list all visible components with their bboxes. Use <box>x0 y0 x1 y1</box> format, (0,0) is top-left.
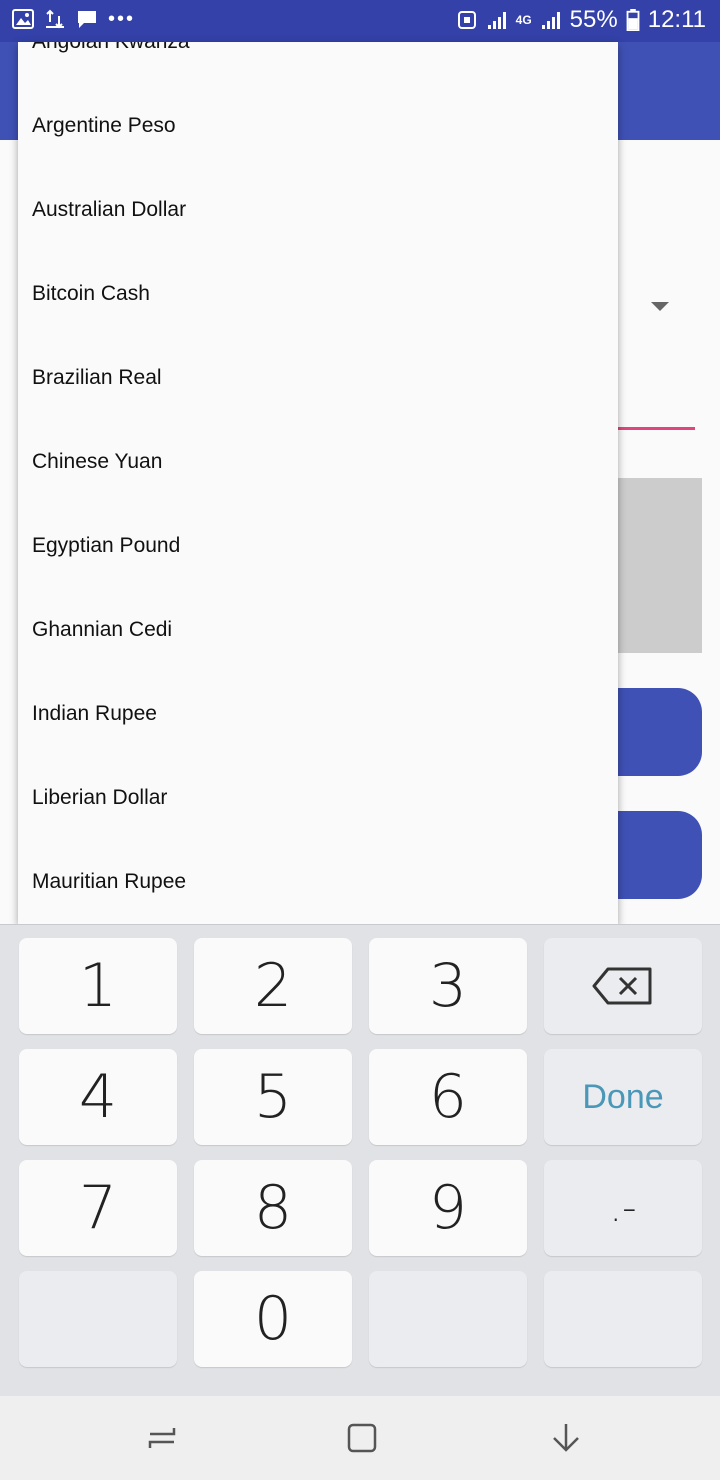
list-item[interactable]: Chinese Yuan <box>18 420 618 504</box>
navigation-bar <box>0 1396 720 1480</box>
key-9[interactable]: 9 <box>369 1160 527 1256</box>
key-1[interactable]: 1 <box>19 938 177 1034</box>
battery-icon <box>626 9 640 31</box>
more-notifications-icon: ••• <box>108 8 136 30</box>
currency-list: Angolan Kwanza Argentine Peso Australian… <box>18 42 618 924</box>
message-icon <box>78 11 96 28</box>
key-2[interactable]: 2 <box>194 938 352 1034</box>
network-type-label: 4G <box>515 13 532 27</box>
list-item[interactable]: Ghannian Cedi <box>18 588 618 672</box>
recent-apps-button[interactable] <box>140 1416 184 1460</box>
key-0[interactable]: 0 <box>194 1271 352 1367</box>
down-arrow-icon <box>553 1424 579 1452</box>
backspace-key[interactable] <box>544 938 702 1034</box>
list-item[interactable]: Bitcoin Cash <box>18 252 618 336</box>
home-button[interactable] <box>340 1416 384 1460</box>
spinner-dropdown-arrow-icon[interactable] <box>651 302 669 311</box>
signal-bars-2-icon <box>541 12 560 29</box>
empty-key-left <box>19 1271 177 1367</box>
key-4[interactable]: 4 <box>19 1049 177 1145</box>
key-8[interactable]: 8 <box>194 1160 352 1256</box>
currency-dropdown[interactable]: Angolan Kwanza Argentine Peso Australian… <box>18 42 618 924</box>
list-item[interactable]: Australian Dollar <box>18 168 618 252</box>
list-item[interactable]: Egyptian Pound <box>18 504 618 588</box>
numeric-keyboard: 1 2 3 4 5 6 Done 7 8 9 .- 0 <box>0 924 720 1396</box>
key-6[interactable]: 6 <box>369 1049 527 1145</box>
done-key[interactable]: Done <box>544 1049 702 1145</box>
nfc-icon <box>457 11 476 29</box>
key-3[interactable]: 3 <box>369 938 527 1034</box>
dot-dash-key[interactable]: .- <box>544 1160 702 1256</box>
sync-transfer-icon <box>46 9 64 29</box>
recent-apps-icon <box>148 1428 176 1448</box>
backspace-icon <box>592 967 652 1005</box>
list-item[interactable]: Indian Rupee <box>18 672 618 756</box>
signal-bars-icon <box>487 12 506 29</box>
battery-percent: 55% <box>569 6 618 33</box>
home-icon <box>347 1423 377 1453</box>
status-bar-system: 4G 55% 12:11 <box>456 6 706 34</box>
status-bar: ••• 4G 55% 12:11 <box>0 0 720 42</box>
list-item[interactable]: Liberian Dollar <box>18 756 618 840</box>
gallery-icon <box>12 9 34 29</box>
list-item[interactable]: Argentine Peso <box>18 84 618 168</box>
back-button[interactable] <box>544 1416 588 1460</box>
list-item[interactable]: Mauritian Rupee <box>18 840 618 924</box>
list-item[interactable]: Angolan Kwanza <box>18 42 618 84</box>
status-bar-notifications: ••• <box>12 8 135 30</box>
clock: 12:11 <box>647 6 706 33</box>
empty-key-middle <box>369 1271 527 1367</box>
key-7[interactable]: 7 <box>19 1160 177 1256</box>
key-5[interactable]: 5 <box>194 1049 352 1145</box>
list-item[interactable]: Brazilian Real <box>18 336 618 420</box>
empty-key-right <box>544 1271 702 1367</box>
